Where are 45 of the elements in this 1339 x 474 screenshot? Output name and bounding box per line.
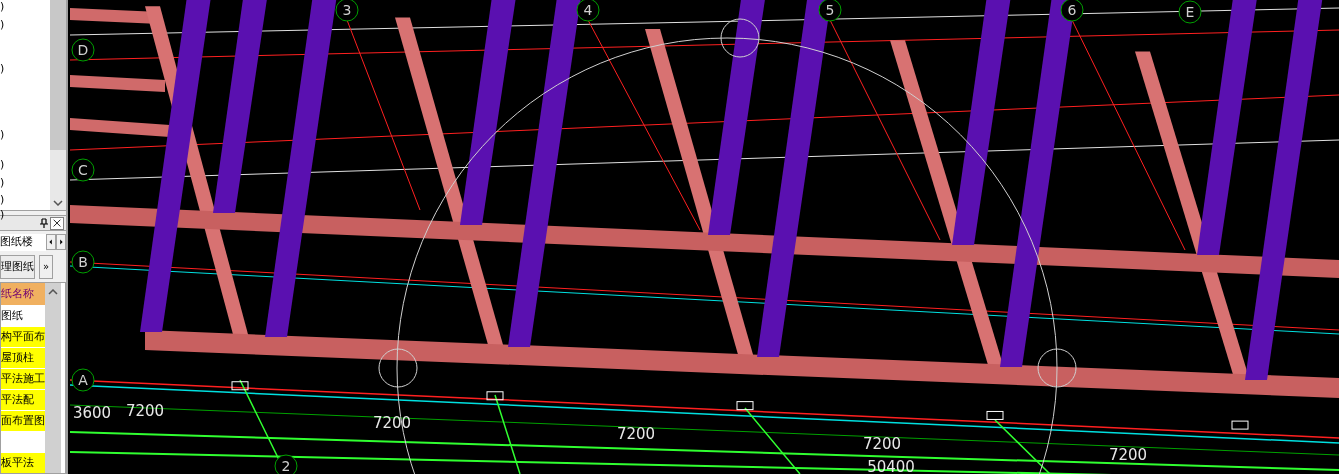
axis-marker: D (71, 38, 95, 62)
table-cell[interactable]: 构平面布 (1, 327, 45, 347)
axis-marker: 5 (818, 0, 842, 22)
orbit-handle[interactable] (1037, 348, 1077, 388)
dimension-label: 7200 (125, 402, 165, 420)
pin-icon[interactable] (40, 218, 48, 229)
axis-marker: B (71, 250, 95, 274)
axis-marker: 3 (335, 0, 359, 22)
axis-marker: 6 (1060, 0, 1084, 22)
chevron-down-icon[interactable] (53, 200, 63, 207)
list-item[interactable]: ) (0, 193, 5, 207)
list-item[interactable]: ) (0, 176, 5, 190)
dimension-label: 7200 (616, 425, 656, 443)
scroll-right-icon[interactable] (56, 234, 66, 251)
column-header: 纸名称 (1, 283, 45, 305)
list-item[interactable]: ) (0, 18, 5, 32)
list-item[interactable]: ) (0, 158, 5, 172)
table-cell[interactable]: 平法施工 (1, 369, 45, 389)
table-cell[interactable]: 屋顶柱 (1, 348, 45, 368)
list-item[interactable]: ) (0, 208, 5, 222)
table-cell[interactable]: 面布置图 (1, 411, 45, 431)
axis-marker: E (1178, 0, 1202, 24)
dimension-label: 7200 (1108, 446, 1148, 464)
scrollbar[interactable] (50, 0, 66, 211)
list-item[interactable]: ) (0, 128, 5, 142)
orbit-handle[interactable] (720, 18, 760, 58)
dimension-label: 7200 (372, 414, 412, 432)
list-item[interactable]: ) (0, 0, 5, 14)
axis-marker: A (71, 368, 95, 392)
orbit-handle[interactable] (378, 348, 418, 388)
list-item[interactable]: ) (0, 62, 5, 76)
table-cell[interactable]: 平法配 (1, 390, 45, 410)
table-cell[interactable]: 板平法 (1, 453, 45, 473)
scrollbar[interactable] (45, 283, 61, 473)
dimension-label: 7200 (862, 435, 902, 453)
axis-marker: 2 (274, 454, 298, 474)
chevron-up-icon[interactable] (48, 289, 58, 295)
more-button[interactable]: » (39, 255, 53, 280)
scroll-left-icon[interactable] (46, 234, 56, 251)
close-icon[interactable] (50, 216, 64, 230)
dimension-label: 3600 (72, 404, 112, 422)
panel-tab[interactable]: 图纸楼 (0, 234, 46, 251)
axis-marker: 4 (576, 0, 600, 22)
axis-marker: C (71, 158, 95, 182)
tab-button[interactable]: 理图纸 (0, 255, 35, 280)
